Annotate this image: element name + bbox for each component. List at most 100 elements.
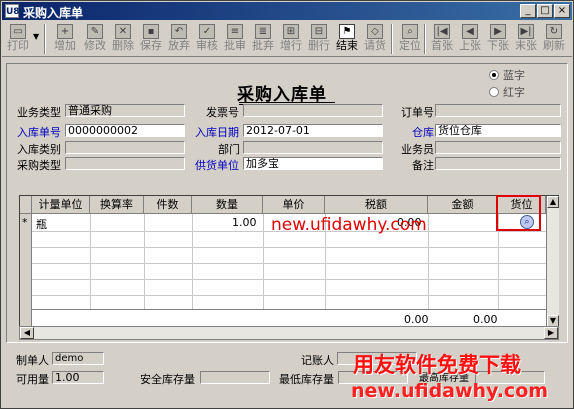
title-bar[interactable]: U8 采购入库单 _ □ × (2, 2, 572, 20)
next-button[interactable]: ▶ 下张 (485, 23, 511, 55)
delivery-no-label: 发票号 (206, 106, 239, 119)
receipt-no-field[interactable]: 0000000002 (65, 124, 185, 137)
radio-red-label: 红字 (503, 86, 525, 99)
grid-cell-unit[interactable]: 瓶 (36, 216, 47, 232)
approve-label: 审核 (196, 39, 218, 52)
discard-button[interactable]: ↶ 放弃 (166, 23, 192, 55)
grid-cell-quantity[interactable]: 1.00 (232, 216, 257, 229)
window-title: 采购入库单 (23, 6, 84, 20)
business-type-label: 业务类型 (17, 106, 61, 119)
grid-vertical-scrollbar[interactable]: ▲ ▼ (546, 196, 559, 329)
locate-label: 定位 (399, 39, 421, 52)
purchase-type-label: 采购类型 (17, 159, 61, 172)
grid-header-rate[interactable]: 换算率 (90, 196, 144, 214)
edit-button[interactable]: ✎ 修改 (82, 23, 108, 55)
maker-field: demo (52, 352, 104, 365)
warehouse-field[interactable]: 货位仓库 (435, 124, 561, 137)
available-field: 1.00 (52, 371, 104, 384)
grid-hline (32, 295, 546, 296)
minimize-button[interactable]: _ (520, 4, 536, 18)
toolbar-separator (424, 24, 426, 54)
order-no-field[interactable] (435, 104, 561, 117)
add-row-button[interactable]: ⊞ 增行 (278, 23, 304, 55)
grid-header-quantity[interactable]: 数量 (192, 196, 263, 214)
clerk-field[interactable] (435, 141, 561, 154)
total-amount: 0.00 (473, 313, 498, 326)
add-button[interactable]: + 增加 (52, 23, 78, 55)
receipt-date-field[interactable]: 2012-07-01 (243, 124, 383, 137)
grid-header-price[interactable]: 单价 (263, 196, 325, 214)
warehouse-label: 仓库 (412, 126, 434, 139)
edit-icon: ✎ (87, 24, 103, 39)
radio-red-dot[interactable] (489, 87, 499, 97)
approve-button[interactable]: ✓ 审核 (194, 23, 220, 55)
print-label: 打印 (7, 39, 29, 52)
batch-approve-button[interactable]: ≡ 批审 (222, 23, 248, 55)
first-label: 首张 (431, 39, 453, 52)
batch-discard-icon: ≣ (255, 24, 271, 39)
grid-header-unit[interactable]: 计量单位 (32, 196, 90, 214)
radio-red[interactable]: 红字 (489, 84, 525, 100)
discard-icon: ↶ (171, 24, 187, 39)
total-tax: 0.00 (404, 313, 429, 326)
radio-blue-dot[interactable] (489, 70, 499, 80)
last-icon: ▶| (518, 24, 534, 39)
refresh-button[interactable]: ↻ 刷新 (541, 23, 567, 55)
purchase-type-field[interactable] (65, 157, 185, 170)
grid-header-amount[interactable]: 金额 (428, 196, 498, 214)
locate-icon: ⌕ (402, 24, 418, 39)
grid-horizontal-scrollbar[interactable]: ◀ ▶ (19, 326, 559, 340)
toolbar: ▭ 打印 ▼ + 增加 ✎ 修改 ✕ 删除 ▪ 保存 ↶ 放弃 ✓ 审核 ≡ 批… (2, 21, 572, 57)
print-icon: ▭ (10, 24, 26, 39)
maximize-button[interactable]: □ (537, 4, 553, 18)
first-button[interactable]: |◀ 首张 (429, 23, 455, 55)
watermark-url-center: new.ufidawhy.com (271, 215, 427, 235)
add-row-label: 增行 (280, 39, 302, 52)
radio-blue-label: 蓝字 (503, 69, 525, 82)
print-button[interactable]: ▭ 打印 (5, 23, 31, 55)
scroll-up-icon[interactable]: ▲ (547, 196, 559, 208)
approve-icon: ✓ (199, 24, 215, 39)
prev-icon: ◀ (462, 24, 478, 39)
last-button[interactable]: ▶| 末张 (513, 23, 539, 55)
grid-hline (32, 263, 546, 264)
radio-blue[interactable]: 蓝字 (489, 67, 525, 83)
close-button[interactable]: × (554, 4, 570, 18)
location-highlight-box (496, 195, 541, 231)
request-label: 请货 (364, 39, 386, 52)
next-icon: ▶ (490, 24, 506, 39)
department-field[interactable] (243, 141, 383, 154)
prev-button[interactable]: ◀ 上张 (457, 23, 483, 55)
next-label: 下张 (487, 39, 509, 52)
locate-button[interactable]: ⌕ 定位 (397, 23, 423, 55)
supplier-field[interactable]: 加多宝 (243, 157, 383, 170)
save-button[interactable]: ▪ 保存 (138, 23, 164, 55)
receipt-no-label: 入库单号 (17, 126, 61, 139)
bookkeeper-label: 记账人 (301, 354, 334, 367)
delete-label: 删除 (112, 39, 134, 52)
remark-field[interactable] (435, 157, 561, 170)
grid-hline (32, 279, 546, 280)
print-dropdown-icon[interactable]: ▼ (33, 32, 39, 41)
batch-discard-button[interactable]: ≣ 批弃 (250, 23, 276, 55)
scroll-right-icon[interactable]: ▶ (544, 327, 558, 339)
add-label: 增加 (54, 39, 76, 52)
scroll-left-icon[interactable]: ◀ (20, 327, 34, 339)
prev-label: 上张 (459, 39, 481, 52)
supplier-label: 供货单位 (195, 159, 239, 172)
request-icon: ◇ (367, 24, 383, 39)
request-button[interactable]: ◇ 请货 (362, 23, 388, 55)
grid-header-tax[interactable]: 税额 (325, 196, 428, 214)
business-type-field[interactable]: 普通采购 (65, 104, 185, 117)
delete-button[interactable]: ✕ 删除 (110, 23, 136, 55)
delete-row-button[interactable]: ⊟ 删行 (306, 23, 332, 55)
refresh-icon: ↻ (546, 24, 562, 39)
grid-header-pieces[interactable]: 件数 (144, 196, 192, 214)
receipt-category-field[interactable] (65, 141, 185, 154)
finish-button[interactable]: ⚑ 结束 (334, 23, 360, 55)
save-label: 保存 (140, 39, 162, 52)
receipt-category-label: 入库类别 (17, 143, 61, 156)
delivery-no-field[interactable] (243, 104, 383, 117)
department-label: 部门 (218, 143, 240, 156)
delete-icon: ✕ (115, 24, 131, 39)
